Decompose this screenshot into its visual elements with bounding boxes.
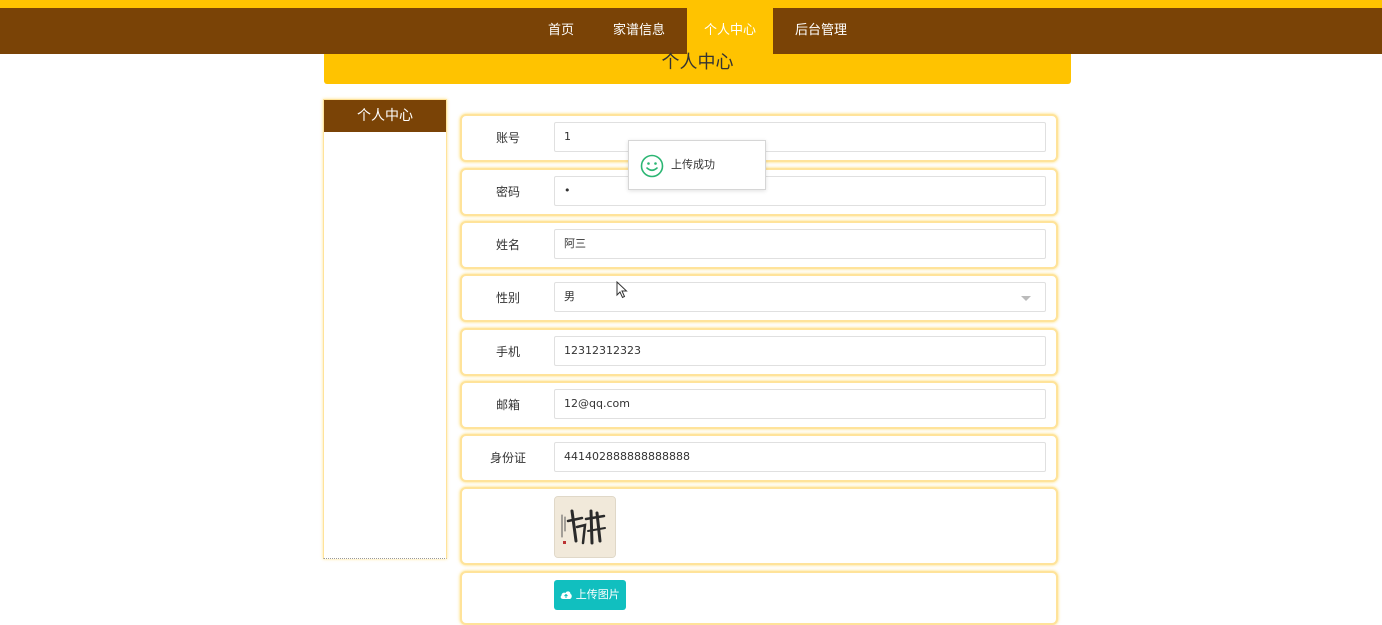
page-title: 个人中心 bbox=[661, 52, 734, 73]
phone-input[interactable]: 12312312323 bbox=[554, 336, 1046, 366]
top-accent-strip bbox=[0, 0, 1382, 8]
mouse-cursor-icon bbox=[616, 281, 628, 299]
account-label: 账号 bbox=[495, 131, 520, 145]
phone-label: 手机 bbox=[495, 345, 520, 359]
avatar-photo[interactable] bbox=[554, 496, 616, 558]
cloud-upload-icon bbox=[560, 591, 572, 599]
gender-label: 性别 bbox=[495, 291, 520, 305]
form-row-upload: 上传图片 bbox=[460, 571, 1058, 625]
form-row-name: 姓名 阿三 bbox=[460, 221, 1058, 269]
nav-admin[interactable]: 后台管理 bbox=[786, 8, 856, 54]
nav-personal-center[interactable]: 个人中心 bbox=[687, 8, 773, 54]
sidebar-panel: 个人中心 bbox=[323, 99, 447, 559]
nav-genealogy[interactable]: 家谱信息 bbox=[604, 8, 674, 54]
name-label: 姓名 bbox=[495, 238, 520, 252]
form-row-id-card: 身份证 441402888888888888 bbox=[460, 434, 1058, 482]
page-title-banner: 个人中心 bbox=[324, 54, 1071, 84]
form-row-phone: 手机 12312312323 bbox=[460, 328, 1058, 376]
smile-icon bbox=[640, 154, 664, 178]
id-card-input[interactable]: 441402888888888888 bbox=[554, 442, 1046, 472]
upload-image-button[interactable]: 上传图片 bbox=[554, 580, 626, 610]
form-row-photo bbox=[460, 487, 1058, 565]
chevron-down-icon[interactable] bbox=[1021, 296, 1031, 301]
toast-message: 上传成功 bbox=[671, 158, 715, 171]
form-row-gender: 性别 男 bbox=[460, 274, 1058, 322]
email-input[interactable]: 12@qq.com bbox=[554, 389, 1046, 419]
email-label: 邮箱 bbox=[495, 398, 520, 412]
name-input[interactable]: 阿三 bbox=[554, 229, 1046, 259]
upload-image-label: 上传图片 bbox=[575, 588, 620, 601]
id-card-label: 身份证 bbox=[489, 451, 526, 465]
password-label: 密码 bbox=[495, 185, 520, 199]
form-row-email: 邮箱 12@qq.com bbox=[460, 381, 1058, 429]
gender-selected-value: 男 bbox=[564, 290, 575, 303]
top-navbar: 首页 家谱信息 个人中心 后台管理 bbox=[0, 8, 1382, 54]
toast-notification: 上传成功 bbox=[628, 140, 766, 190]
sidebar-title: 个人中心 bbox=[324, 100, 446, 132]
nav-home[interactable]: 首页 bbox=[536, 8, 586, 54]
